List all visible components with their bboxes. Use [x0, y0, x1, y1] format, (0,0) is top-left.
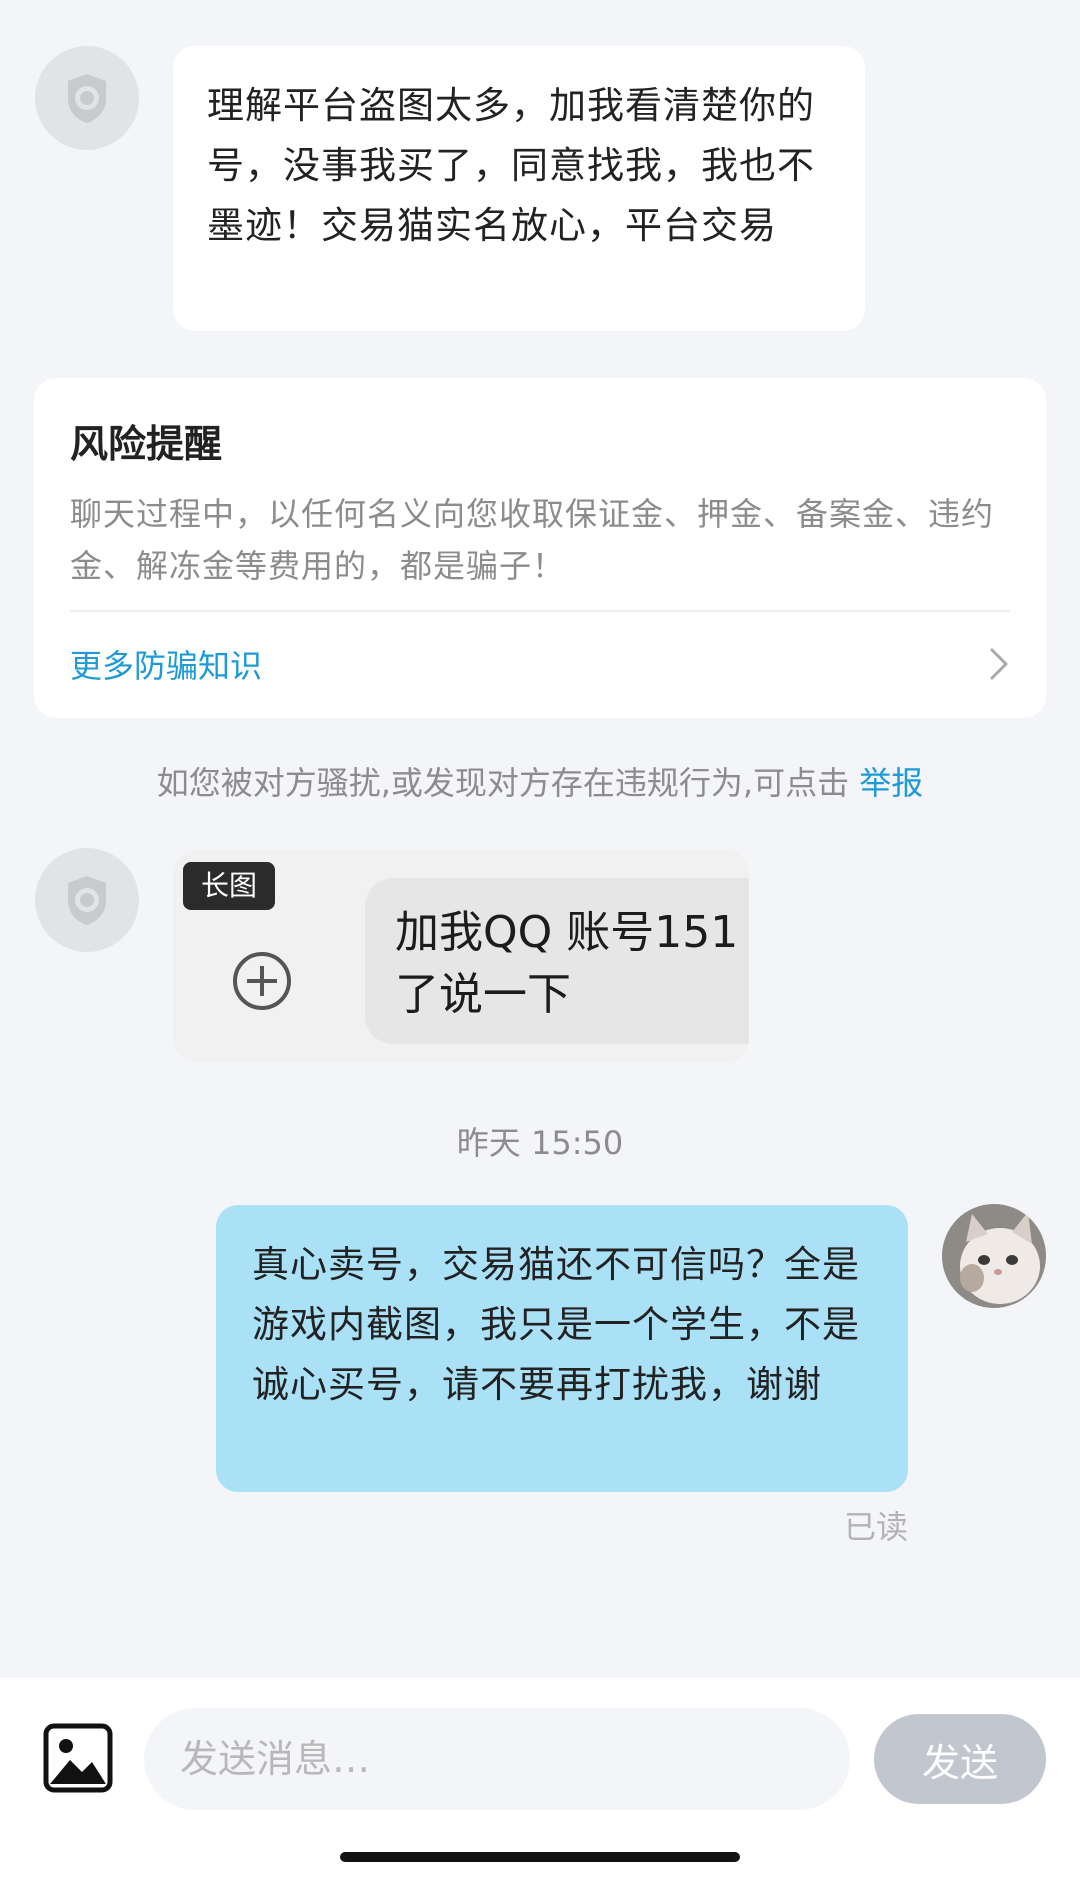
risk-reminder-body: 聊天过程中，以任何名义向您收取保证金、押金、备案金、违约金、解冻金等费用的，都是…: [70, 495, 995, 585]
contact-avatar[interactable]: [35, 46, 139, 150]
cat-avatar-icon: [942, 1204, 1046, 1308]
contact-avatar[interactable]: [35, 848, 139, 952]
image-icon[interactable]: [42, 1722, 114, 1794]
incoming-message-bubble[interactable]: 理解平台盗图太多，加我看清楚你的号，没事我买了，同意找我，我也不墨迹！交易猫实名…: [173, 46, 865, 331]
send-button[interactable]: 发送: [874, 1714, 1046, 1804]
message-input[interactable]: [144, 1708, 850, 1810]
anti-fraud-knowledge-label: 更多防骗知识: [70, 647, 263, 685]
plus-circle-icon: [233, 952, 291, 1010]
report-link[interactable]: 举报: [859, 764, 923, 802]
my-avatar[interactable]: [942, 1204, 1046, 1308]
anti-fraud-knowledge-link[interactable]: 更多防骗知识: [70, 610, 1010, 718]
risk-reminder-title: 风险提醒: [70, 422, 223, 466]
long-image-badge: 长图: [183, 862, 275, 910]
default-avatar-icon: [68, 74, 106, 123]
risk-reminder-card: 风险提醒 聊天过程中，以任何名义向您收取保证金、押金、备案金、违约金、解冻金等费…: [34, 378, 1046, 718]
message-composer: 发送: [0, 1678, 1080, 1881]
screenshot-text-line: 加我QQ 账号151: [395, 907, 739, 958]
home-indicator: [340, 1852, 740, 1862]
screenshot-chat-bubble: 加我QQ 账号151 了说一下: [365, 878, 749, 1044]
screenshot-text-line: 了说一下: [395, 969, 571, 1020]
image-message[interactable]: 加我QQ 账号151 了说一下 长图: [173, 850, 749, 1062]
report-notice: 如您被对方骚扰,或发现对方存在违规行为,可点击 举报: [0, 758, 1080, 804]
chat-screen: 理解平台盗图太多，加我看清楚你的号，没事我买了，同意找我，我也不墨迹！交易猫实名…: [0, 0, 1080, 1881]
chevron-right-icon: [990, 648, 1008, 680]
default-avatar-icon: [68, 876, 106, 925]
message-timestamp: 昨天 15:50: [456, 1124, 624, 1162]
outgoing-message-bubble[interactable]: 真心卖号，交易猫还不可信吗？全是游戏内截图，我只是一个学生，不是诚心买号，请不要…: [216, 1205, 908, 1492]
report-notice-text: 如您被对方骚扰,或发现对方存在违规行为,可点击: [156, 764, 860, 802]
read-status: 已读: [843, 1508, 908, 1546]
